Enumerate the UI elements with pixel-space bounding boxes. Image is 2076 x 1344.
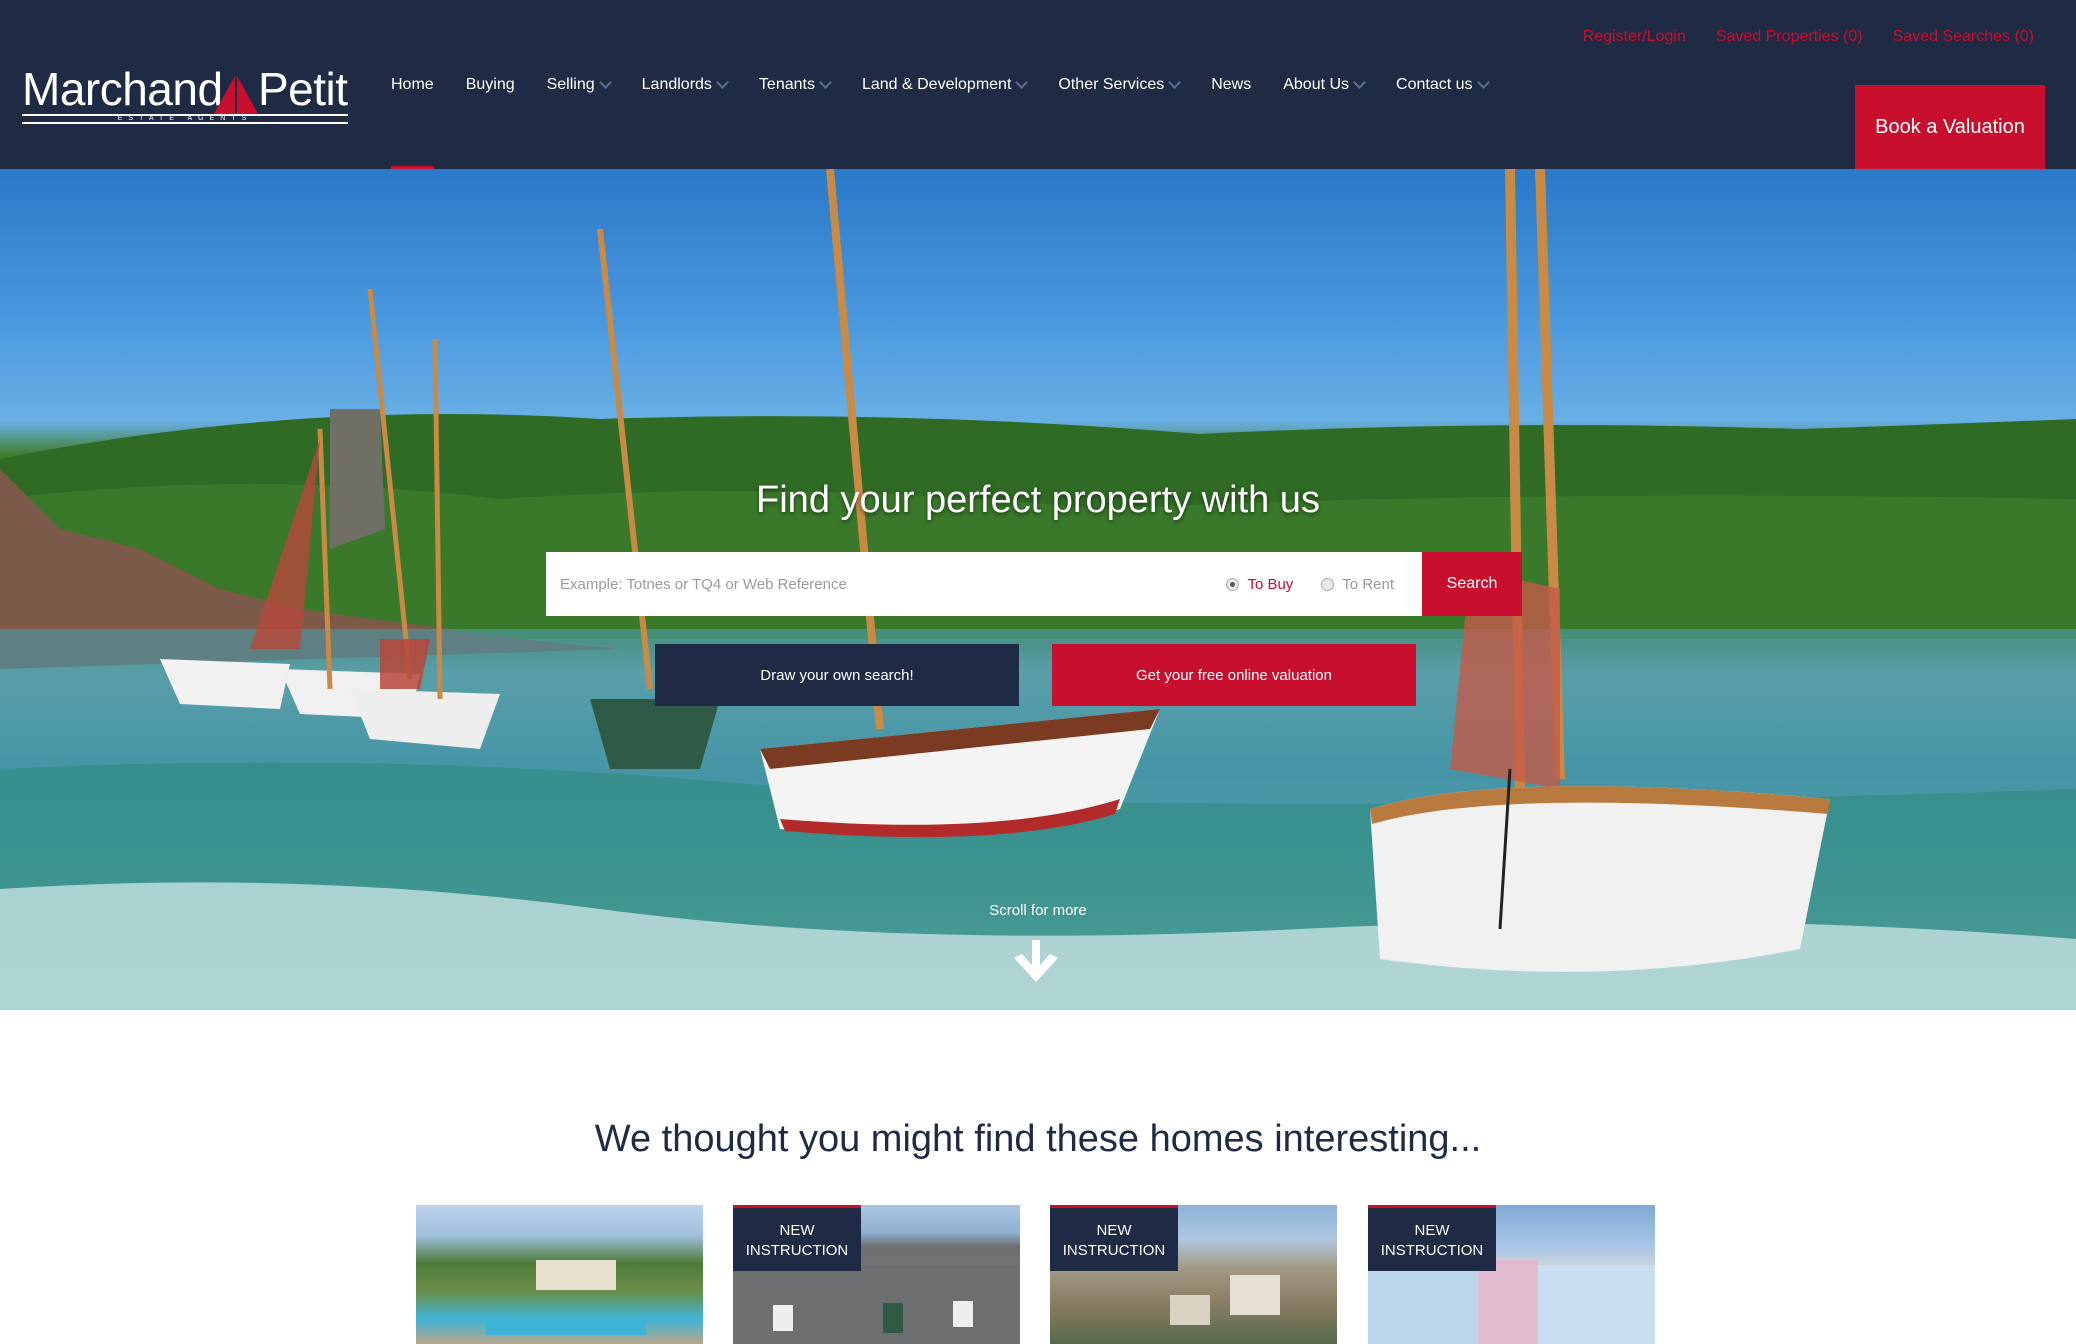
top-links: Register/Login Saved Properties (0) Save… xyxy=(1583,28,2034,46)
property-card[interactable]: NEW INSTRUCTION xyxy=(1050,1205,1337,1344)
badge-line-1: NEW xyxy=(1414,1222,1450,1239)
property-search-bar: To Buy To Rent xyxy=(546,552,1422,616)
radio-selected-icon xyxy=(1226,577,1240,591)
to-buy-label: To Buy xyxy=(1247,575,1294,593)
nav-selling[interactable]: Selling xyxy=(531,0,626,169)
nav-other-services[interactable]: Other Services xyxy=(1042,0,1195,169)
location-search-input[interactable] xyxy=(546,552,1227,616)
badge-line-2: INSTRUCTION xyxy=(1380,1242,1484,1259)
nav-buying-label: Buying xyxy=(465,75,515,93)
new-instruction-badge: NEW INSTRUCTION xyxy=(733,1205,861,1271)
draw-search-button[interactable]: Draw your own search! xyxy=(655,644,1019,706)
hero-title: Find your perfect property with us xyxy=(756,479,1320,521)
hero-banner: Find your perfect property with us To Bu… xyxy=(0,169,2076,1010)
property-photo xyxy=(486,1260,646,1335)
arrow-down-icon[interactable] xyxy=(1012,940,1060,984)
chevron-down-icon xyxy=(1168,75,1182,89)
logo-tagline: ESTATE AGENTS xyxy=(22,114,348,124)
free-valuation-button[interactable]: Get your free online valuation xyxy=(1052,644,1416,706)
sail-logo-icon xyxy=(214,74,258,114)
chevron-down-icon xyxy=(1015,75,1029,89)
nav-home-label: Home xyxy=(391,75,434,93)
nav-selling-label: Selling xyxy=(546,75,595,93)
new-instruction-badge: NEW INSTRUCTION xyxy=(1368,1205,1496,1271)
logo[interactable]: Marchand Petit ESTATE AGENTS xyxy=(22,66,348,132)
site-header: Register/Login Saved Properties (0) Save… xyxy=(0,0,2076,169)
search-button[interactable]: Search xyxy=(1422,552,1522,616)
chevron-down-icon xyxy=(716,75,729,89)
chevron-down-icon xyxy=(1353,75,1366,89)
chevron-down-icon xyxy=(1476,75,1490,89)
badge-line-2: INSTRUCTION xyxy=(1062,1242,1166,1259)
to-buy-radio[interactable]: To Buy xyxy=(1226,576,1293,593)
to-rent-radio[interactable]: To Rent xyxy=(1321,576,1394,593)
chevron-down-icon xyxy=(819,75,832,89)
property-card[interactable]: NEW INSTRUCTION xyxy=(733,1205,1020,1344)
scroll-label: Scroll for more xyxy=(989,902,1087,919)
chevron-down-icon xyxy=(598,75,612,89)
saved-properties-link[interactable]: Saved Properties (0) xyxy=(1716,28,1863,46)
logo-word-right: Petit xyxy=(258,63,348,115)
radio-unselected-icon xyxy=(1321,577,1335,591)
main-nav: Home Buying Selling Landlords Tenants La… xyxy=(375,0,1504,169)
logo-word-left: Marchand xyxy=(22,63,223,115)
nav-tenants[interactable]: Tenants xyxy=(743,0,846,169)
property-card[interactable]: NEW INSTRUCTION xyxy=(1368,1205,1655,1344)
badge-line-1: NEW xyxy=(1096,1222,1132,1239)
nav-landlords[interactable]: Landlords xyxy=(626,0,743,169)
badge-line-2: INSTRUCTION xyxy=(745,1242,849,1259)
book-valuation-button[interactable]: Book a Valuation xyxy=(1855,85,2045,169)
nav-news-label: News xyxy=(1211,75,1252,93)
to-rent-label: To Rent xyxy=(1342,575,1394,593)
nav-about-us-label: About Us xyxy=(1283,75,1350,93)
saved-searches-link[interactable]: Saved Searches (0) xyxy=(1893,28,2034,46)
nav-buying[interactable]: Buying xyxy=(450,0,531,169)
property-card[interactable] xyxy=(416,1205,703,1344)
nav-land-development-label: Land & Development xyxy=(861,75,1012,93)
badge-line-1: NEW xyxy=(779,1222,815,1239)
register-login-link[interactable]: Register/Login xyxy=(1583,28,1686,46)
featured-section-title: We thought you might find these homes in… xyxy=(594,1118,1482,1160)
nav-landlords-label: Landlords xyxy=(641,75,712,93)
nav-land-development[interactable]: Land & Development xyxy=(846,0,1042,169)
new-instruction-badge: NEW INSTRUCTION xyxy=(1050,1205,1178,1271)
nav-contact-us[interactable]: Contact us xyxy=(1380,0,1503,169)
nav-other-services-label: Other Services xyxy=(1058,75,1165,93)
nav-news[interactable]: News xyxy=(1195,0,1267,169)
nav-home[interactable]: Home xyxy=(375,0,450,169)
nav-tenants-label: Tenants xyxy=(758,75,815,93)
nav-contact-us-label: Contact us xyxy=(1396,75,1473,93)
nav-about-us[interactable]: About Us xyxy=(1267,0,1380,169)
